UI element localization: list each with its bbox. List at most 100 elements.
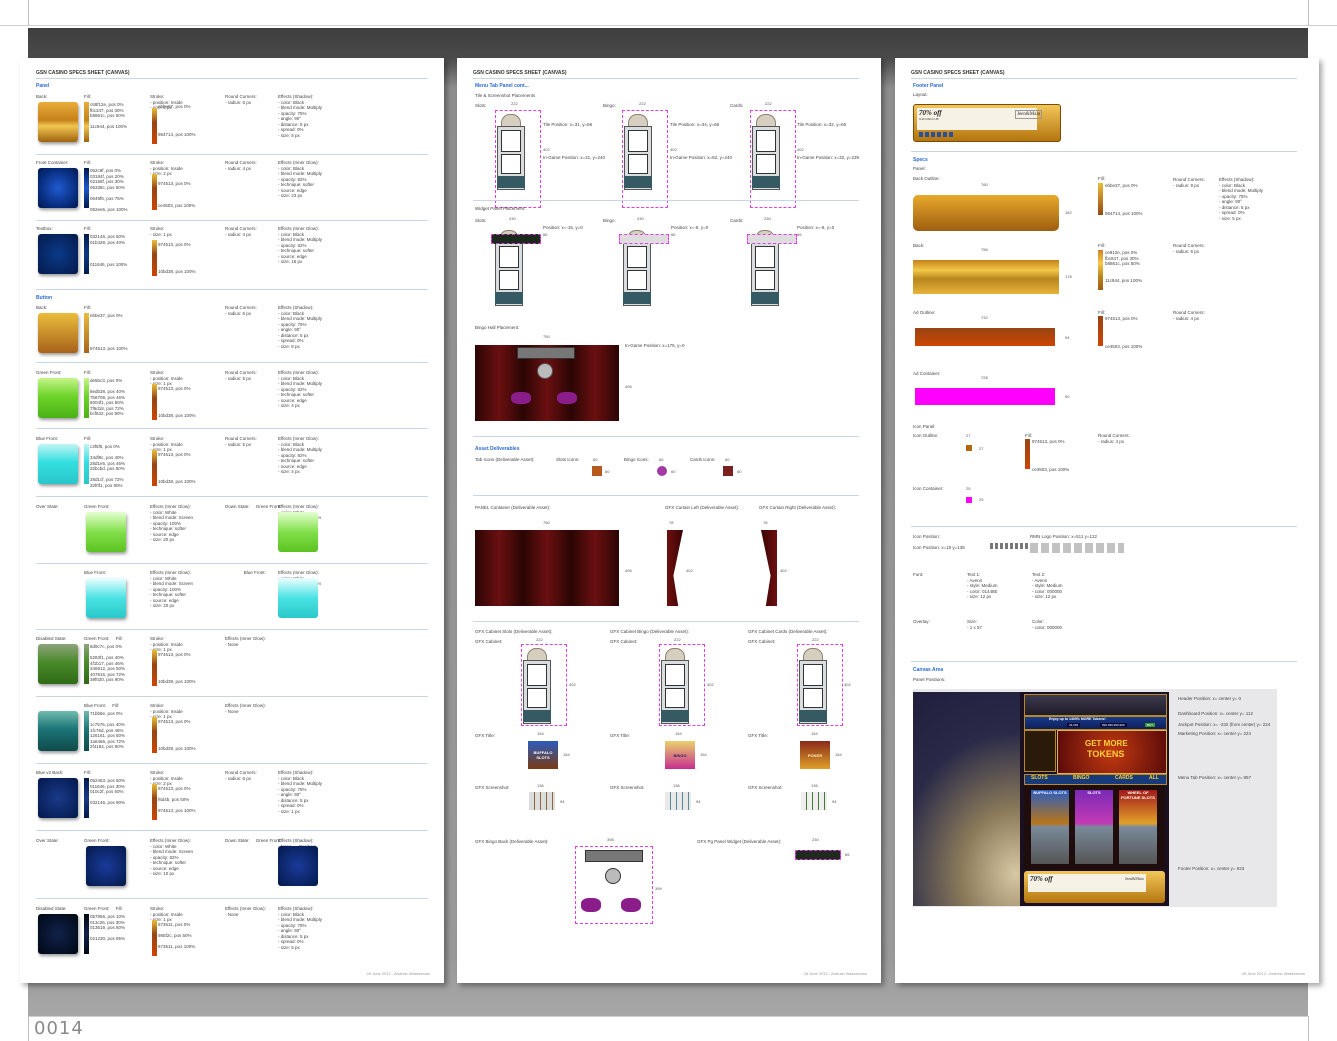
game-buy-button[interactable]: BUY <box>1145 723 1156 727</box>
dim-height: 402 <box>797 147 804 152</box>
curtain-right-label: GFX Curtain Right (Deliverable Asset): <box>759 505 837 510</box>
stroke-gradient-bar <box>152 450 157 486</box>
layout-label: Layout: <box>913 92 928 97</box>
section-heading: Asset Deliverables <box>475 446 520 452</box>
dim-height: 27 <box>979 446 984 451</box>
fill-stops: ce812e, pos 0% fbc847, pos 30% b8861c, p… <box>1105 250 1142 283</box>
stroke-stops: 974513, pos 0% 10bd38, pos 100% <box>158 385 196 419</box>
tab-cards[interactable]: CARDS <box>1115 775 1133 781</box>
dim-width: 78 <box>763 520 768 525</box>
cards-icons-label: Cards Icons: <box>690 457 716 462</box>
divider <box>473 621 859 622</box>
dim-width: 230 <box>764 216 771 221</box>
corner-spec: Round Corners: - radius: 5 px <box>225 370 257 381</box>
game-num2: 999,999,999,999 <box>1100 723 1127 727</box>
stroke-stops: 673511, pos 0% 985f2c, pos 50% 673511, p… <box>158 921 196 949</box>
dim-height: 154 <box>563 752 570 757</box>
tab-all[interactable]: ALL <box>1149 775 1159 781</box>
page-number: 0014 <box>34 1018 84 1039</box>
title-cards-image: POKER <box>800 741 830 769</box>
spec-sheet-2: GSN CASINO SPECS SHEET (CANVAS) Menu Tab… <box>457 58 881 983</box>
stroke-stops: 974513, pos 0% 10bd39, pos 100% <box>158 651 196 685</box>
row-label: Front Container: <box>36 160 69 165</box>
fill-label: Fill: <box>84 94 91 99</box>
row-label: Over State: <box>36 504 59 509</box>
dim-height: 399 <box>655 886 662 891</box>
game-footer-offer: 70% off <box>1030 875 1053 883</box>
fill-label: Fill: <box>84 226 91 231</box>
overlay-size: Size: - 1 x 57 <box>967 619 983 630</box>
fill-gradient-bar <box>84 711 89 751</box>
divider <box>36 496 428 497</box>
divider <box>473 495 859 496</box>
icon-position-label: Icon Position: <box>913 534 941 539</box>
stroke-gradient-bar <box>152 240 157 276</box>
dim-width: 60 <box>593 457 598 462</box>
corner-spec: Down State: Green Front: <box>225 504 282 509</box>
corners: Round Corners: - radius: 4 px <box>1098 433 1130 444</box>
corner-spec: Round Corners: - radius: 6 px <box>225 770 257 781</box>
fill-label: Green Front: <box>84 504 110 509</box>
effects-spec: Effects (Shadow): - color: Black - blend… <box>278 906 323 950</box>
game-footer-brand: Jeen&Main <box>1125 876 1144 881</box>
corner-spec: Down State: Green Front: <box>225 838 282 843</box>
color-swatch <box>38 378 78 418</box>
fill-gradient-bar <box>84 778 89 818</box>
pos-header: Header Position: x= center y= 0 <box>1178 696 1242 701</box>
stroke-gradient-bar <box>152 784 157 820</box>
fill-stops: 032146, pos 50% 01b428, pos 40% 011646, … <box>90 234 128 267</box>
bingo-back-board <box>585 850 643 862</box>
tab-bingo[interactable]: BINGO <box>1073 775 1089 781</box>
bingo-back-table-left <box>581 898 601 912</box>
curtain-left-label: GFX Curtain Left (Deliverable Asset): <box>665 505 740 510</box>
stroke-gradient-bar <box>152 384 157 420</box>
game-num1: 29,393 <box>1067 723 1081 727</box>
corners: Round Corners: - radius: 4 px <box>1173 310 1205 321</box>
fill-label: Blue Front: <box>84 570 107 575</box>
fill-gradient-bar <box>84 234 89 274</box>
fill-gradient-bar <box>84 102 89 142</box>
fill-label: Green Front: Fill: <box>84 906 123 911</box>
font-text2: Text 2: - Avenir - style: Medium - color… <box>1032 572 1063 599</box>
gfx-cabinet-label: GFX Cabinet: <box>475 639 503 644</box>
sub-heading: Widget Panel Placement: <box>475 206 526 211</box>
stroke-spec: Effects (Inner Glow): - color: White - b… <box>150 838 194 876</box>
back-swatch <box>913 260 1059 294</box>
corners: Round Corners: - radius: 8 px <box>1173 177 1205 188</box>
corner-spec: Blue Front: <box>225 570 266 575</box>
ingame-position: In-Game Position: x=82, y=240 <box>670 155 733 160</box>
dim-height: 94 <box>1065 335 1070 340</box>
label-cards: Cards: <box>730 103 744 108</box>
row-label: Blue v2 Back: <box>36 770 64 775</box>
game-header <box>1024 694 1167 716</box>
effects-spec: Effects (Inner Glow): - color: Black - b… <box>278 370 323 408</box>
back-outline-label: Back Outline: <box>913 176 940 181</box>
widget-position: Position: x=-15, y=0 <box>543 225 583 230</box>
sheet-title: GSN CASINO SPECS SHEET (CANVAS) <box>473 70 567 76</box>
ad-offer: 70% off <box>919 109 942 117</box>
fill-gradient-bar <box>84 914 89 954</box>
dim-height: 402 <box>844 682 851 687</box>
corner-spec: Effects (Inner Glow): - None <box>225 636 266 647</box>
game-tile-3[interactable]: WHEEL OF FORTUNE SLOTS <box>1119 790 1157 864</box>
divider <box>911 526 1297 527</box>
corner-mark-right <box>1308 0 1309 25</box>
fill-label: Fill: <box>84 436 91 441</box>
pos-footer: Footer Position: x= center y= 923 <box>1178 866 1245 871</box>
tile-position: Tile Position: x=31, y=66 <box>543 122 593 127</box>
get-more-text: GET MORE <box>1085 739 1128 748</box>
color-swatch <box>86 578 126 618</box>
tab-slots[interactable]: SLOTS <box>1031 775 1048 781</box>
panel-container-label: PANEL Container (Deliverable Asset): <box>475 505 551 510</box>
color-swatch <box>38 711 78 751</box>
fill-gradient <box>1098 183 1103 215</box>
logo-position-label: RMN Logo Position: x=511 y=122 <box>1030 534 1097 539</box>
game-tile-2[interactable]: SLOTS <box>1075 790 1113 864</box>
color-swatch <box>38 234 78 274</box>
effects-spec: Effects (Inner Glow): - color: Black - b… <box>278 226 323 264</box>
row-label: Disabled State: <box>36 906 67 911</box>
sub-heading: Bingo Hall Placement: <box>475 325 520 330</box>
game-tile-1[interactable]: BUFFALO SLOTS <box>1031 790 1069 864</box>
stroke-stops: 974513, pos 0% 10bd39, pos 100% <box>158 718 196 752</box>
label-bingo: Bingo: <box>603 103 616 108</box>
